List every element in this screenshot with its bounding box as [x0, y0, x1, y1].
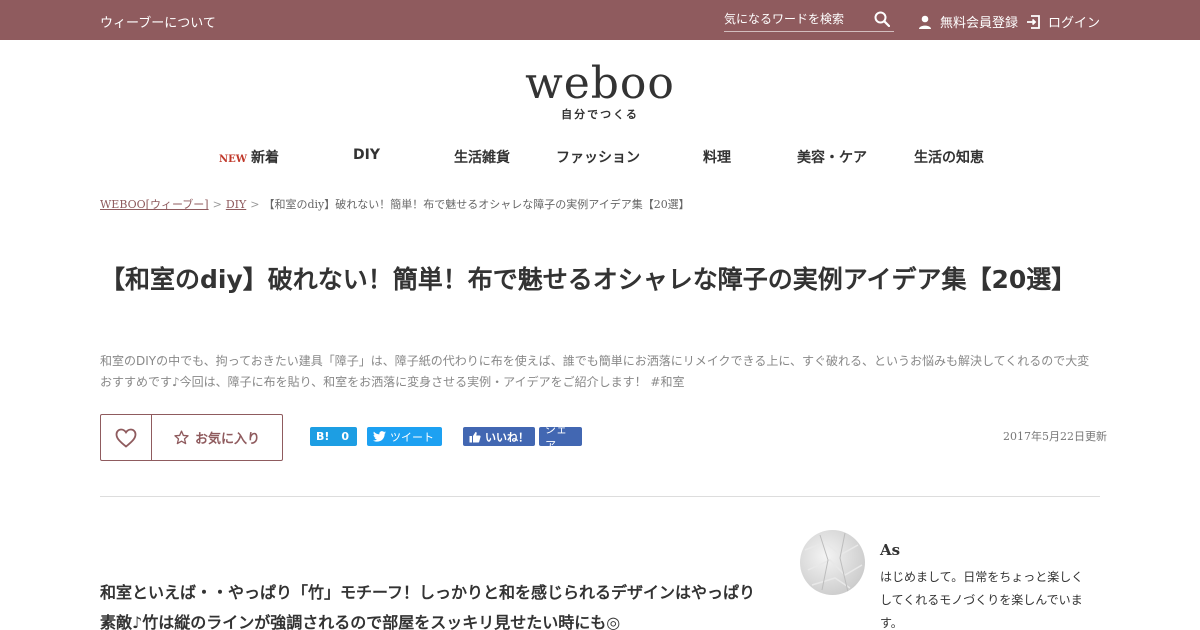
author-avatar[interactable]	[800, 530, 865, 595]
tweet-label: ツイート	[390, 430, 434, 444]
updated-date: 2017年5月22日更新	[1003, 430, 1107, 443]
new-badge: NEW	[219, 154, 247, 165]
hatena-icon: B!	[316, 430, 330, 443]
login-label: ログイン	[1048, 16, 1101, 31]
register-link[interactable]: 無料会員登録	[918, 12, 1018, 31]
facebook-share-button[interactable]: シェア	[539, 423, 582, 452]
login-link[interactable]: ログイン	[1026, 12, 1100, 31]
nav-item-cooking[interactable]: 料理	[703, 147, 731, 167]
favorite-actions: お気に入り	[100, 414, 283, 461]
article-lead: 和室のDIYの中でも、拘っておきたい建具「障子」は、障子紙の代わりに布を使えば、…	[100, 354, 1090, 389]
user-icon	[919, 15, 931, 29]
heart-icon	[115, 428, 137, 448]
breadcrumb-home[interactable]: WEBOO[ウィーブー]	[100, 198, 209, 211]
hatena-bookmark-button[interactable]: B! 0	[310, 427, 357, 446]
site-logo[interactable]: weboo 自分でつくる	[0, 58, 1200, 122]
search-input[interactable]	[724, 8, 869, 30]
breadcrumb-separator: >	[250, 198, 260, 211]
like-button[interactable]	[101, 415, 152, 460]
logo-tagline: 自分でつくる	[561, 108, 639, 121]
share-label: シェア	[545, 422, 567, 452]
search-icon[interactable]	[874, 11, 890, 27]
nav-item-beauty[interactable]: 美容・ケア	[797, 147, 867, 167]
article-title: 【和室のdiy】破れない！簡単！布で魅せるオシャレな障子の実例アイデア集【20選…	[100, 265, 1077, 294]
like-label: いいね！	[485, 430, 529, 444]
article-body: 和室といえば・・やっぱり「竹」モチーフ！しっかりと和を感じられるデザインはやっぱ…	[100, 583, 756, 630]
divider	[100, 496, 1100, 497]
breadcrumb-category[interactable]: DIY	[226, 198, 246, 211]
top-bar: ウィーブーについて 無料会員登録 ログイン	[0, 0, 1200, 40]
about-link[interactable]: ウィーブーについて	[100, 12, 216, 31]
facebook-like-button[interactable]: いいね！	[463, 427, 535, 446]
breadcrumb: WEBOO[ウィーブー] > DIY > 【和室のdiy】破れない！簡単！布で魅せるオシ…	[100, 196, 690, 212]
nav-item-diy[interactable]: DIY	[353, 147, 380, 163]
nav-item-tips[interactable]: 生活の知恵	[914, 147, 984, 167]
login-icon	[1027, 14, 1040, 29]
hatena-count: 0	[341, 430, 350, 443]
author-name[interactable]: As	[880, 541, 900, 559]
author-bio: はじめまして。日常をちょっと楽しくしてくれるモノづくりを楽しんでいます。	[880, 570, 1084, 630]
favorite-button[interactable]: お気に入り	[152, 415, 282, 460]
register-label: 無料会員登録	[940, 16, 1019, 31]
star-icon	[174, 430, 189, 445]
nav-item-new[interactable]: NEW 新着	[219, 147, 279, 167]
search-box	[724, 8, 894, 32]
nav-item-goods[interactable]: 生活雑貨	[454, 147, 510, 167]
nav-item-label: 新着	[251, 150, 279, 166]
favorite-label: お気に入り	[194, 432, 260, 447]
twitter-bird-icon	[373, 431, 386, 442]
avatar-texture	[804, 532, 863, 593]
thumbs-up-icon	[469, 431, 481, 442]
breadcrumb-separator: >	[212, 198, 222, 211]
breadcrumb-current: 【和室のdiy】破れない！簡単！布で魅せるオシャレな障子の実例アイデア集【20選…	[263, 198, 690, 211]
logo-wordmark: weboo	[525, 58, 675, 109]
nav-item-fashion[interactable]: ファッション	[556, 147, 640, 167]
tweet-button[interactable]: ツイート	[367, 427, 442, 446]
category-nav: NEW 新着 DIY 生活雑貨 ファッション 料理 美容・ケア 生活の知恵	[0, 147, 1200, 169]
